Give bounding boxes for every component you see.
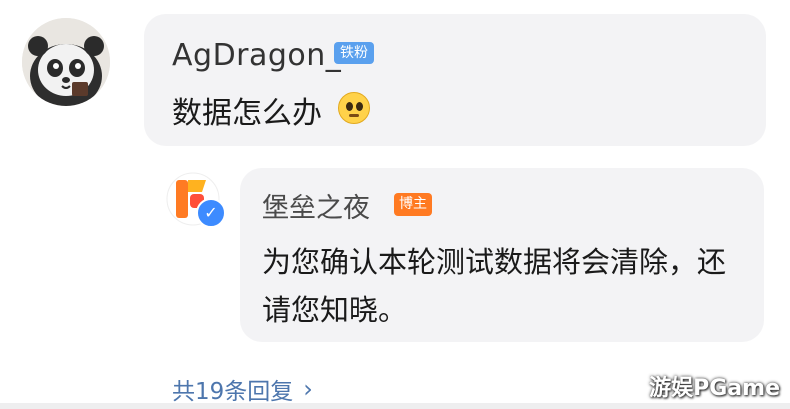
pleading-face-icon — [338, 92, 370, 124]
comment-text: 数据怎么办 — [172, 96, 322, 131]
reply-text: 为您确认本轮测试数据将会清除，还请您知晓。 — [262, 245, 727, 327]
watermark: 游娱PGame — [649, 376, 780, 401]
verified-check-icon: ✓ — [196, 198, 226, 228]
comment-username[interactable]: AgDragon_ — [172, 38, 341, 73]
bottom-divider — [0, 403, 790, 409]
more-replies-link[interactable]: 共19条回复 › — [172, 372, 313, 406]
chevron-right-icon: › — [303, 375, 313, 403]
user-avatar[interactable] — [22, 18, 110, 106]
fan-badge: 铁粉 — [334, 42, 374, 64]
author-badge: 博主 — [394, 193, 432, 216]
more-replies-label: 共19条回复 — [172, 379, 294, 405]
reply-author-name[interactable]: 堡垒之夜 — [262, 186, 370, 225]
